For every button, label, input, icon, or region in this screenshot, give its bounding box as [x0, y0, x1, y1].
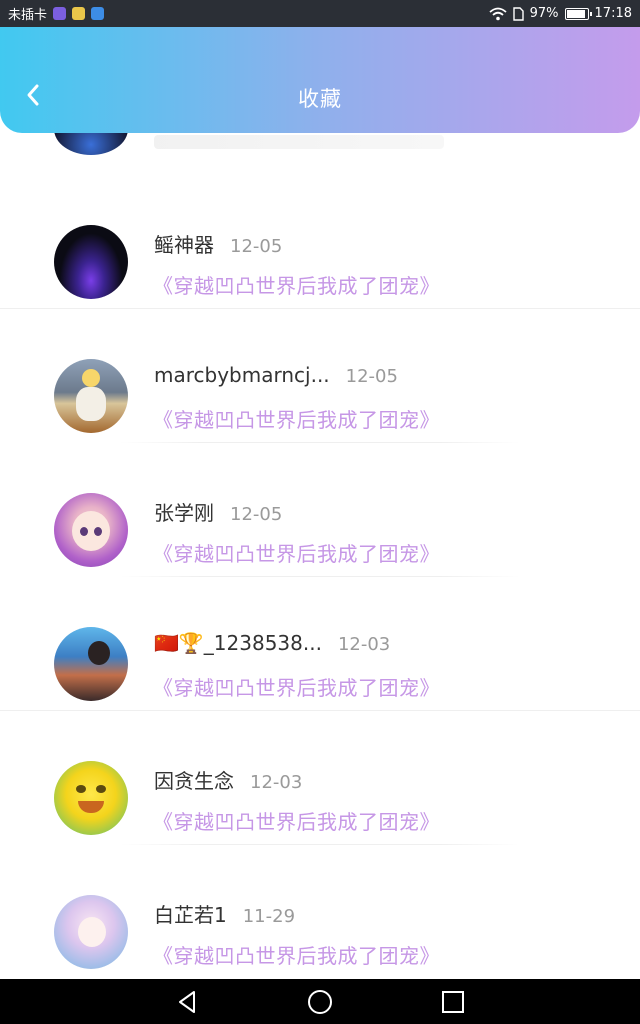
avatar-figure [94, 527, 102, 536]
avatar-figure [78, 801, 104, 813]
status-left: 未插卡 [8, 4, 105, 23]
item-header: 白芷若1 11-29 [154, 899, 295, 928]
book-title-link[interactable]: 《穿越凹凸世界后我成了团宠》 [153, 672, 440, 701]
item-header: 鳐神器 12-05 [154, 229, 282, 258]
list-item[interactable]: 白芷若1 11-29 《穿越凹凸世界后我成了团宠》 [0, 845, 640, 979]
item-date: 11-29 [242, 906, 296, 927]
battery-fill [566, 9, 585, 18]
nav-recents-button[interactable] [433, 982, 473, 1022]
wechat-app-icon [72, 7, 86, 20]
avatar[interactable] [54, 225, 128, 299]
status-right: 97% 17:18 [489, 6, 632, 21]
user-name[interactable]: 张学刚 [154, 497, 214, 526]
partial-text [154, 135, 444, 149]
user-name[interactable]: marcbybmarncj... [154, 363, 330, 387]
triangle-back-icon [178, 990, 195, 1013]
avatar[interactable] [54, 761, 128, 835]
book-title-link[interactable]: 《穿越凹凸世界后我成了团宠》 [153, 404, 440, 433]
item-date: 12-05 [230, 504, 283, 525]
user-name[interactable]: 因贪生念 [154, 765, 234, 794]
item-date: 12-03 [337, 634, 391, 655]
avatar[interactable] [54, 627, 128, 701]
gallery-app-icon [53, 7, 67, 20]
user-name[interactable]: 🇨🇳🏆_1238538... [154, 631, 322, 655]
battery-icon [564, 7, 592, 20]
avatar-figure [76, 785, 86, 793]
nav-home-button[interactable] [300, 982, 340, 1022]
avatar-figure [88, 641, 110, 665]
system-nav-bar [0, 979, 640, 1024]
sim-icon [512, 6, 524, 21]
item-header: marcbybmarncj... 12-05 [154, 363, 398, 387]
list-item[interactable]: 🇨🇳🏆_1238538... 12-03 《穿越凹凸世界后我成了团宠》 [0, 577, 640, 711]
item-date: 12-03 [250, 772, 303, 793]
list-item-partial[interactable] [0, 133, 640, 175]
avatar-figure [96, 785, 106, 793]
avatar-figure [72, 511, 110, 551]
list-item[interactable]: 鳐神器 12-05 《穿越凹凸世界后我成了团宠》 [0, 175, 640, 309]
book-title-link[interactable]: 《穿越凹凸世界后我成了团宠》 [153, 940, 440, 969]
avatar [54, 133, 128, 155]
avatar[interactable] [54, 895, 128, 969]
user-name[interactable]: 鳐神器 [154, 229, 214, 258]
app-icon [91, 7, 105, 20]
item-header: 🇨🇳🏆_1238538... 12-03 [154, 631, 390, 655]
user-name[interactable]: 白芷若1 [154, 899, 227, 928]
header: 收藏 [0, 27, 640, 133]
item-date: 12-05 [345, 366, 398, 387]
list-item[interactable]: 张学刚 12-05 《穿越凹凸世界后我成了团宠》 [0, 443, 640, 577]
battery-percent: 97% [529, 6, 559, 21]
status-bar: 未插卡 97% 17:18 [0, 0, 640, 27]
page-title: 收藏 [298, 87, 342, 111]
carrier-text: 未插卡 [8, 8, 48, 23]
nav-back-button[interactable] [167, 982, 207, 1022]
wifi-icon [489, 7, 507, 20]
item-date: 12-05 [230, 236, 283, 257]
status-time: 17:18 [594, 6, 632, 21]
avatar-figure [76, 387, 106, 421]
book-title-link[interactable]: 《穿越凹凸世界后我成了团宠》 [153, 806, 440, 835]
avatar-figure [78, 917, 106, 947]
item-header: 因贪生念 12-03 [154, 765, 302, 794]
avatar-figure [82, 369, 100, 387]
avatar[interactable] [54, 359, 128, 433]
book-title-link[interactable]: 《穿越凹凸世界后我成了团宠》 [153, 270, 440, 299]
avatar[interactable] [54, 493, 128, 567]
book-title-link[interactable]: 《穿越凹凸世界后我成了团宠》 [153, 538, 440, 567]
square-recents-icon [442, 990, 465, 1013]
item-header: 张学刚 12-05 [154, 497, 282, 526]
avatar-figure [80, 527, 88, 536]
favorites-list[interactable]: 鳐神器 12-05 《穿越凹凸世界后我成了团宠》 marcbybmarncj..… [0, 133, 640, 979]
circle-home-icon [307, 989, 332, 1014]
list-item[interactable]: 因贪生念 12-03 《穿越凹凸世界后我成了团宠》 [0, 711, 640, 845]
list-item[interactable]: marcbybmarncj... 12-05 《穿越凹凸世界后我成了团宠》 [0, 309, 640, 443]
